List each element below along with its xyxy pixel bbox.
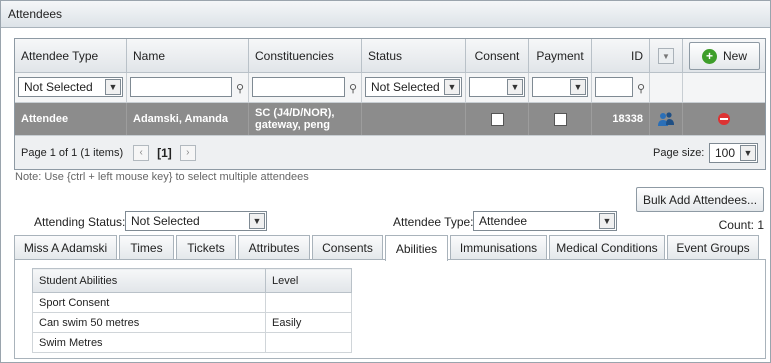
new-button-label: New	[722, 49, 747, 63]
page-size-select[interactable]: 100 ▼	[709, 142, 758, 163]
current-page[interactable]: [1]	[157, 146, 172, 160]
tab-tickets[interactable]: Tickets	[176, 235, 236, 260]
col-status[interactable]: Status	[362, 39, 466, 72]
chevron-down-icon: ▼	[599, 213, 615, 229]
abilities-table: Student Abilities Level Sport Consent Ca…	[32, 268, 352, 353]
chevron-down-icon: ▼	[507, 79, 523, 95]
abilities-panel: Student Abilities Level Sport Consent Ca…	[14, 259, 766, 359]
attendee-type-select[interactable]: Attendee ▼	[473, 211, 617, 231]
ability-level: Easily	[265, 312, 352, 333]
table-row[interactable]: Sport Consent	[32, 292, 352, 313]
payment-checkbox[interactable]	[553, 112, 567, 126]
users-icon[interactable]	[657, 111, 675, 127]
tab-immunisations[interactable]: Immunisations	[450, 235, 547, 260]
count-label: Count: 1	[718, 218, 764, 232]
table-row[interactable]: Can swim 50 metres Easily	[32, 312, 352, 333]
table-row[interactable]: Attendee Adamski, Amanda SC (J4/D/NOR), …	[15, 103, 765, 135]
tab-medical-conditions[interactable]: Medical Conditions	[549, 235, 665, 260]
column-menu[interactable]: ▼	[650, 39, 683, 72]
bulk-add-attendees-button[interactable]: Bulk Add Attendees...	[636, 187, 764, 212]
chevron-down-icon: ▼	[570, 79, 586, 95]
tab-consents[interactable]: Consents	[312, 235, 383, 260]
filter-pin-icon[interactable]: ⚲	[236, 82, 244, 95]
tab-miss-a-adamski[interactable]: Miss A Adamski	[14, 235, 117, 260]
attendees-window: Attendees Attendee Type Name Constituenc…	[0, 0, 771, 363]
col-attendee-type[interactable]: Attendee Type	[15, 39, 127, 72]
next-page-button[interactable]: ›	[179, 144, 196, 161]
chevron-down-icon: ▼	[249, 213, 265, 229]
plus-icon: +	[701, 48, 717, 64]
attendee-type-label: Attendee Type:	[393, 215, 474, 229]
filter-pin-icon[interactable]: ⚲	[349, 82, 357, 95]
consent-checkbox[interactable]	[490, 112, 504, 126]
tab-attributes[interactable]: Attributes	[238, 235, 310, 260]
row-status	[362, 103, 466, 135]
attendees-grid: Attendee Type Name Constituencies Status…	[14, 38, 766, 170]
grid-header: Attendee Type Name Constituencies Status…	[15, 39, 765, 73]
row-constituencies: SC (J4/D/NOR), gateway, peng	[249, 103, 362, 135]
row-attendee-type: Attendee	[15, 103, 127, 135]
chevron-down-icon: ▼	[444, 79, 460, 95]
ability-level	[265, 292, 352, 313]
attending-status-select[interactable]: Not Selected ▼	[125, 211, 267, 231]
payment-filter[interactable]: ▼	[532, 77, 588, 97]
consent-filter[interactable]: ▼	[469, 77, 525, 97]
new-button[interactable]: + New	[689, 42, 760, 70]
col-id[interactable]: ID	[592, 39, 650, 72]
constituencies-filter-input[interactable]	[252, 77, 345, 97]
filter-row: Not Selected ▼ ⚲ ⚲ Not Selected ▼ ▼ ▼ ⚲	[15, 73, 765, 103]
status-filter[interactable]: Not Selected ▼	[365, 77, 462, 97]
chevron-down-icon[interactable]: ▼	[658, 48, 674, 64]
ability-name: Sport Consent	[32, 292, 266, 313]
tab-event-groups[interactable]: Event Groups	[667, 235, 759, 260]
id-filter-input[interactable]	[595, 77, 633, 97]
row-id: 18338	[592, 103, 650, 135]
col-student-abilities[interactable]: Student Abilities	[32, 268, 266, 293]
attendee-type-filter[interactable]: Not Selected ▼	[18, 77, 123, 97]
chevron-down-icon: ▼	[105, 79, 121, 95]
table-row[interactable]: Swim Metres	[32, 332, 352, 353]
name-filter-input[interactable]	[130, 77, 232, 97]
pager-info: Page 1 of 1 (1 items)	[21, 146, 124, 159]
tab-times[interactable]: Times	[119, 235, 174, 260]
ability-name: Swim Metres	[32, 332, 266, 353]
page-size-label: Page size:	[653, 146, 705, 159]
pager: Page 1 of 1 (1 items) ‹ [1] › Page size:…	[15, 135, 765, 169]
ability-level	[265, 332, 352, 353]
col-consent[interactable]: Consent	[466, 39, 529, 72]
col-name[interactable]: Name	[127, 39, 249, 72]
attending-status-label: Attending Status:	[34, 215, 126, 229]
prev-page-button[interactable]: ‹	[133, 144, 150, 161]
selection-note: Note: Use {ctrl + left mouse key} to sel…	[15, 171, 309, 183]
tab-abilities[interactable]: Abilities	[385, 235, 448, 261]
col-level[interactable]: Level	[265, 268, 352, 293]
row-name: Adamski, Amanda	[127, 103, 249, 135]
window-title: Attendees	[1, 1, 770, 28]
chevron-down-icon: ▼	[740, 144, 756, 161]
col-payment[interactable]: Payment	[529, 39, 592, 72]
col-constituencies[interactable]: Constituencies	[249, 39, 362, 72]
filter-pin-icon[interactable]: ⚲	[637, 82, 645, 95]
remove-icon[interactable]	[718, 113, 730, 125]
ability-name: Can swim 50 metres	[32, 312, 266, 333]
